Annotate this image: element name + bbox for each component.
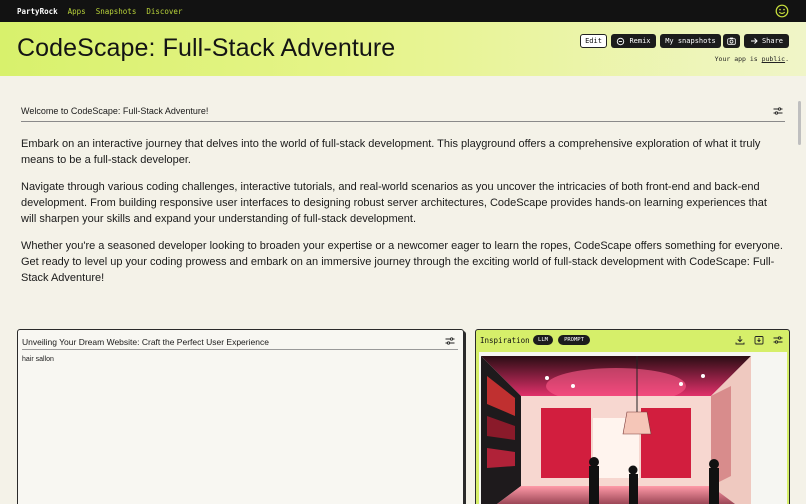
user-input-field[interactable]: hair sallon <box>22 356 54 363</box>
nav-link-snapshots[interactable]: Snapshots <box>96 7 137 16</box>
user-input-widget: Unveiling Your Dream Website: Craft the … <box>17 329 464 504</box>
remix-button[interactable]: Remix <box>611 34 656 48</box>
my-snapshots-button[interactable]: My snapshots <box>660 34 721 48</box>
welcome-paragraph-1: Embark on an interactive journey that de… <box>21 138 761 167</box>
inspiration-widget-title: Inspiration <box>480 336 530 345</box>
app-header: CodeScape: Full-Stack Adventure Edit Rem… <box>0 22 806 76</box>
user-input-widget-title: Unveiling Your Dream Website: Craft the … <box>22 337 269 347</box>
remix-icon <box>617 37 625 45</box>
welcome-paragraph-3: Whether you're a seasoned developer look… <box>21 240 783 285</box>
welcome-widget-title: Welcome to CodeScape: Full-Stack Adventu… <box>21 106 209 116</box>
settings-sliders-icon[interactable] <box>445 337 455 345</box>
visibility-suffix: . <box>785 55 789 63</box>
nav-link-apps[interactable]: Apps <box>68 7 86 16</box>
edit-button[interactable]: Edit <box>580 34 607 48</box>
snapshot-camera-button[interactable] <box>723 34 740 48</box>
generated-image-frame <box>479 352 787 504</box>
inspiration-widget: Inspiration LLM PROMPT <box>475 329 790 504</box>
settings-sliders-icon[interactable] <box>773 107 783 115</box>
arrow-right-icon <box>750 38 758 44</box>
welcome-paragraph-2: Navigate through various coding challeng… <box>21 181 767 226</box>
llm-badge: LLM <box>533 335 553 345</box>
top-nav: PartyRock Apps Snapshots Discover <box>0 0 806 22</box>
my-snapshots-label: My snapshots <box>665 37 716 45</box>
page-title: CodeScape: Full-Stack Adventure <box>17 34 396 62</box>
prompt-badge[interactable]: PROMPT <box>558 335 590 345</box>
visibility-prefix: Your app is <box>714 55 758 63</box>
welcome-widget-header: Welcome to CodeScape: Full-Stack Adventu… <box>21 101 785 122</box>
brand-logo[interactable]: PartyRock <box>17 7 58 16</box>
nav-link-discover[interactable]: Discover <box>146 7 182 16</box>
edit-button-label: Edit <box>585 37 602 45</box>
visibility-link[interactable]: public <box>762 55 785 63</box>
share-button[interactable]: Share <box>744 34 789 48</box>
share-button-label: Share <box>761 37 784 45</box>
settings-sliders-icon[interactable] <box>773 335 783 345</box>
visibility-note: Your app is public. <box>715 55 789 63</box>
remix-button-label: Remix <box>629 37 651 45</box>
camera-icon <box>727 37 736 45</box>
user-input-widget-header: Unveiling Your Dream Website: Craft the … <box>22 333 458 350</box>
download-icon[interactable] <box>735 335 745 345</box>
scrollbar-thumb[interactable] <box>798 101 801 145</box>
salon-illustration-image[interactable] <box>481 356 751 504</box>
save-to-album-icon[interactable] <box>754 335 764 345</box>
smiley-icon[interactable] <box>775 4 789 18</box>
